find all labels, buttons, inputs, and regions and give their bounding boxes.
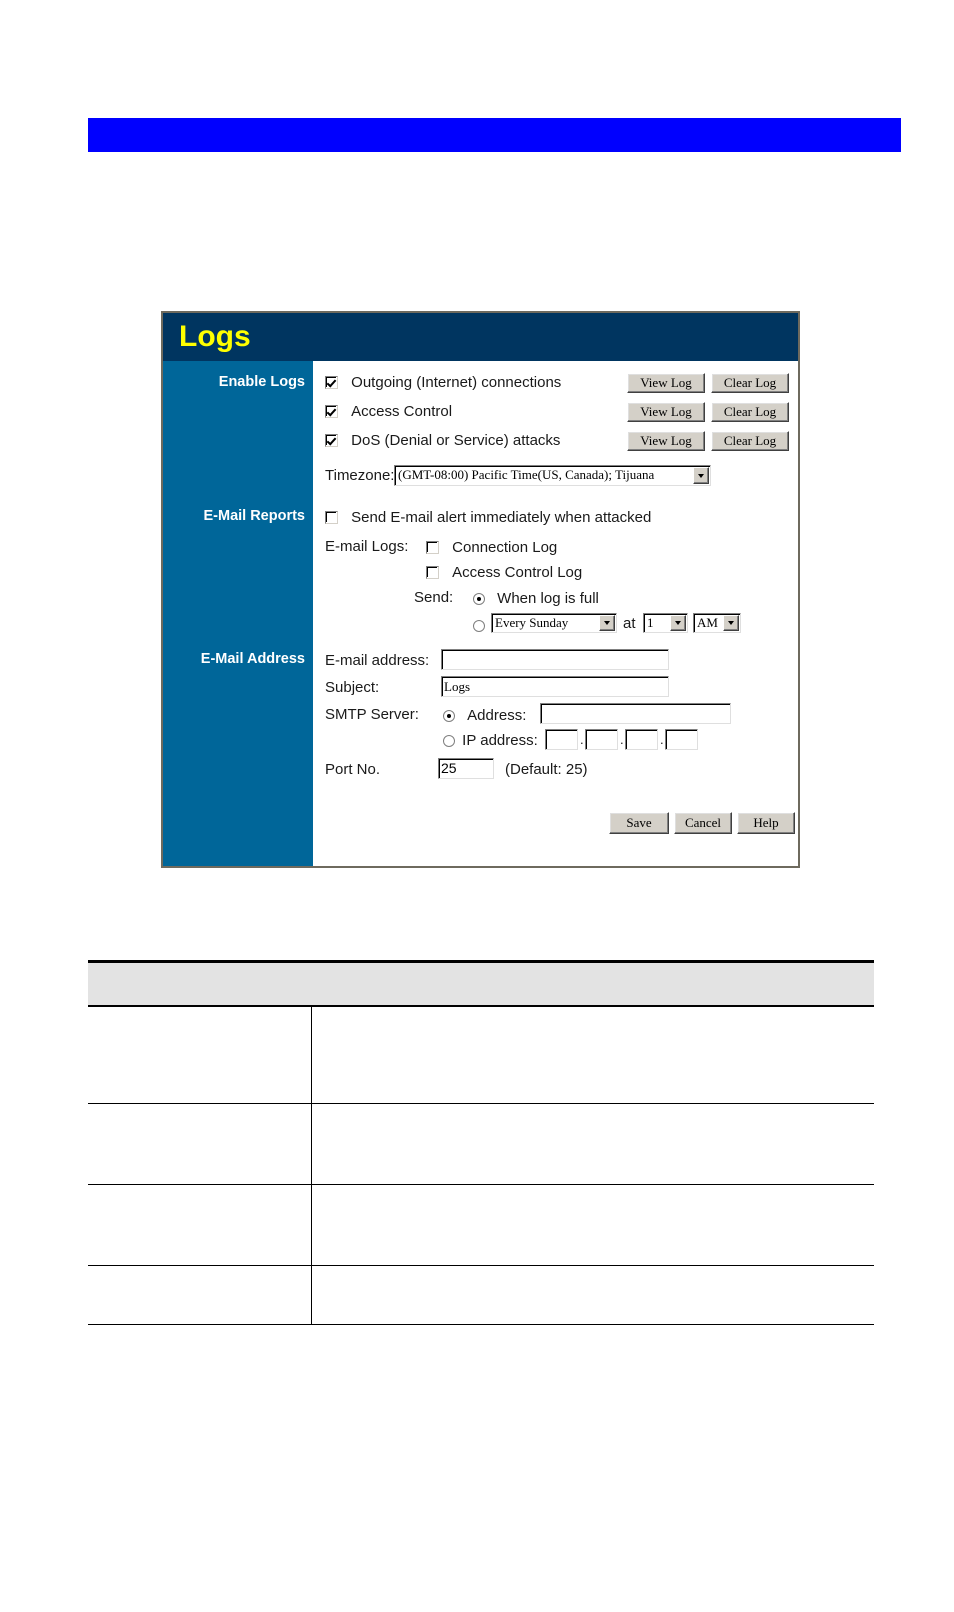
subject-label: Subject: <box>325 679 380 696</box>
table-row <box>88 1184 874 1266</box>
schedule-hour-value: 1 <box>647 615 654 630</box>
email-alert-label: Send E-mail alert immediately when attac… <box>351 509 652 526</box>
schedule-ampm-value: AM <box>697 615 718 630</box>
access-control-label: Access Control <box>351 403 453 420</box>
view-log-button-outgoing[interactable]: View Log <box>627 373 705 393</box>
dos-attacks-row: DoS (Denial or Service) attacks <box>325 432 560 449</box>
panel-header: Logs <box>163 313 798 361</box>
smtp-ip-radio-label: IP address: <box>462 732 538 749</box>
chevron-down-icon[interactable] <box>599 615 615 631</box>
ip-dot-separator: . <box>580 732 584 747</box>
table-row <box>88 1265 874 1325</box>
outgoing-connections-row: Outgoing (Internet) connections <box>325 374 561 391</box>
schedule-at-label: at <box>623 615 636 632</box>
port-default-note: (Default: 25) <box>505 761 588 778</box>
save-button[interactable]: Save <box>609 812 669 834</box>
smtp-ip-octet-3[interactable] <box>625 729 658 750</box>
dos-attacks-label: DoS (Denial or Service) attacks <box>351 432 561 449</box>
outgoing-connections-label: Outgoing (Internet) connections <box>351 374 562 391</box>
clear-log-button-dos[interactable]: Clear Log <box>711 431 789 451</box>
table-cell-value <box>311 1184 874 1266</box>
smtp-address-radio[interactable] <box>443 710 455 722</box>
subject-input[interactable]: Logs <box>441 676 669 697</box>
table-header-cell <box>88 960 874 1007</box>
table-cell-key <box>88 1184 312 1266</box>
timezone-label: Timezone: <box>325 467 395 484</box>
view-log-button-dos[interactable]: View Log <box>627 431 705 451</box>
schedule-day-select[interactable]: Every Sunday <box>491 613 617 633</box>
access-control-log-row: Access Control Log <box>426 564 582 581</box>
table-row <box>88 1006 874 1104</box>
clear-log-button-outgoing[interactable]: Clear Log <box>711 373 789 393</box>
timezone-select-value: (GMT-08:00) Pacific Time(US, Canada); Ti… <box>398 467 655 482</box>
page-banner <box>88 118 901 152</box>
logs-config-panel: Logs Enable Logs E-Mail Reports E-Mail A… <box>161 311 800 868</box>
send-when-full-label: When log is full <box>497 590 599 607</box>
smtp-address-radio-label: Address: <box>467 707 527 724</box>
port-no-input[interactable]: 25 <box>438 758 494 779</box>
outgoing-connections-checkbox[interactable] <box>325 376 338 389</box>
page-title: Logs <box>179 320 251 353</box>
access-control-checkbox[interactable] <box>325 405 338 418</box>
connection-log-checkbox[interactable] <box>426 541 439 554</box>
smtp-ip-octet-1[interactable] <box>545 729 578 750</box>
send-label: Send: <box>414 589 454 606</box>
section-label-enable-logs: Enable Logs <box>218 374 305 390</box>
settings-description-table <box>88 960 874 1325</box>
schedule-day-value: Every Sunday <box>495 615 569 630</box>
send-schedule-radio[interactable] <box>473 620 485 632</box>
table-header-row <box>88 960 874 1007</box>
smtp-ip-radio[interactable] <box>443 735 455 747</box>
table-cell-value <box>311 1103 874 1185</box>
schedule-hour-select[interactable]: 1 <box>643 613 688 633</box>
smtp-server-label: SMTP Server: <box>325 706 419 723</box>
table-cell-value <box>311 1265 874 1325</box>
cancel-button[interactable]: Cancel <box>674 812 732 834</box>
view-log-button-access-control[interactable]: View Log <box>627 402 705 422</box>
table-cell-value <box>311 1006 874 1104</box>
chevron-down-icon[interactable] <box>693 467 709 484</box>
table-cell-key <box>88 1103 312 1185</box>
ip-dot-separator: . <box>660 732 664 747</box>
table-cell-key <box>88 1006 312 1104</box>
email-address-input[interactable] <box>441 649 669 670</box>
section-label-email-reports: E-Mail Reports <box>203 508 305 524</box>
send-when-full-row: When log is full <box>473 590 599 607</box>
port-no-label: Port No. <box>325 761 381 778</box>
email-logs-label: E-mail Logs: <box>325 538 409 555</box>
smtp-address-row: Address: <box>443 707 526 724</box>
email-alert-checkbox[interactable] <box>325 511 338 524</box>
smtp-ip-octet-2[interactable] <box>585 729 618 750</box>
help-button[interactable]: Help <box>737 812 795 834</box>
table-cell-key <box>88 1265 312 1325</box>
section-label-sidebar: Enable Logs E-Mail Reports E-Mail Addres… <box>163 361 313 866</box>
smtp-ip-octet-4[interactable] <box>665 729 698 750</box>
access-control-row: Access Control <box>325 403 452 420</box>
schedule-ampm-select[interactable]: AM <box>693 613 741 633</box>
timezone-select[interactable]: (GMT-08:00) Pacific Time(US, Canada); Ti… <box>394 465 711 486</box>
send-when-full-radio[interactable] <box>473 593 485 605</box>
smtp-ip-row: IP address: <box>443 732 538 749</box>
email-alert-row: Send E-mail alert immediately when attac… <box>325 509 651 526</box>
email-address-label: E-mail address: <box>325 652 430 669</box>
dos-attacks-checkbox[interactable] <box>325 434 338 447</box>
section-label-email-address: E-Mail Address <box>200 651 305 667</box>
access-control-log-label: Access Control Log <box>452 564 583 581</box>
chevron-down-icon[interactable] <box>723 615 739 631</box>
chevron-down-icon[interactable] <box>670 615 686 631</box>
connection-log-label: Connection Log <box>452 539 558 556</box>
smtp-address-input[interactable] <box>540 703 731 724</box>
table-row <box>88 1103 874 1185</box>
clear-log-button-access-control[interactable]: Clear Log <box>711 402 789 422</box>
ip-dot-separator: . <box>620 732 624 747</box>
access-control-log-checkbox[interactable] <box>426 566 439 579</box>
connection-log-row: Connection Log <box>426 539 557 556</box>
